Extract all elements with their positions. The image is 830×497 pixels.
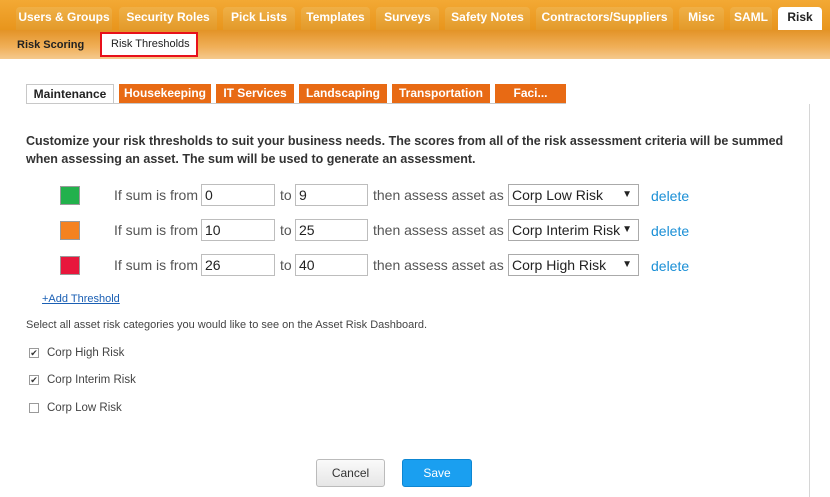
intro-text: Customize your risk thresholds to suit y… <box>26 134 784 166</box>
tab-templates[interactable]: Templates <box>301 7 370 30</box>
corp-high-risk-label: Corp High Risk <box>47 347 125 359</box>
subtab-risk-thresholds[interactable]: Risk Thresholds <box>100 32 198 57</box>
assess-label: then assess asset as <box>373 257 504 273</box>
tab-contractors-suppliers[interactable]: Contractors/Suppliers <box>536 7 673 30</box>
from-label: If sum is from <box>114 222 199 238</box>
threshold-1-from-input[interactable] <box>201 184 275 206</box>
to-label: to <box>280 222 292 238</box>
selected-value: Corp Low Risk <box>512 187 604 203</box>
threshold-2-category-select[interactable]: Corp Interim Risk ▼ <box>508 219 639 241</box>
threshold-3-delete-link[interactable]: delete <box>651 256 689 276</box>
dropdown-arrow-icon: ▼ <box>622 224 632 235</box>
tab-facilities[interactable]: Faci... <box>495 84 566 104</box>
tab-saml[interactable]: SAML <box>730 7 772 30</box>
tab-transportation[interactable]: Transportation <box>392 84 490 104</box>
threshold-3-to-input[interactable] <box>295 254 368 276</box>
tab-misc[interactable]: Misc <box>679 7 724 30</box>
from-label: If sum is from <box>114 257 199 273</box>
save-button[interactable]: Save <box>402 459 472 487</box>
tab-pick-lists[interactable]: Pick Lists <box>223 7 295 30</box>
low-risk-color-swatch[interactable] <box>60 186 80 205</box>
corp-interim-risk-checkbox[interactable]: ✔ <box>29 375 39 385</box>
tab-housekeeping[interactable]: Housekeeping <box>119 84 211 104</box>
assess-label: then assess asset as <box>373 187 504 203</box>
tab-security-roles[interactable]: Security Roles <box>119 7 217 30</box>
add-threshold-link[interactable]: +Add Threshold <box>42 293 120 305</box>
to-label: to <box>280 257 292 273</box>
threshold-2-from-input[interactable] <box>201 219 275 241</box>
threshold-3-category-select[interactable]: Corp High Risk ▼ <box>508 254 639 276</box>
tab-landscaping[interactable]: Landscaping <box>299 84 387 104</box>
dropdown-arrow-icon: ▼ <box>622 189 632 200</box>
threshold-2-delete-link[interactable]: delete <box>651 221 689 241</box>
tab-it-services[interactable]: IT Services <box>216 84 294 104</box>
corp-low-risk-checkbox[interactable] <box>29 403 39 413</box>
tab-risk[interactable]: Risk <box>778 7 822 30</box>
from-label: If sum is from <box>114 187 199 203</box>
threshold-1-category-select[interactable]: Corp Low Risk ▼ <box>508 184 639 206</box>
top-tab-bar: Users & Groups Security Roles Pick Lists… <box>0 0 830 30</box>
threshold-1-delete-link[interactable]: delete <box>651 186 689 206</box>
interim-risk-color-swatch[interactable] <box>60 221 80 240</box>
corp-high-risk-checkbox[interactable]: ✔ <box>29 348 39 358</box>
tab-safety-notes[interactable]: Safety Notes <box>445 7 530 30</box>
tab-surveys[interactable]: Surveys <box>376 7 439 30</box>
corp-interim-risk-label: Corp Interim Risk <box>47 374 136 386</box>
tab-divider <box>26 103 566 104</box>
threshold-1-to-input[interactable] <box>295 184 368 206</box>
selected-value: Corp High Risk <box>512 257 607 273</box>
tab-maintenance[interactable]: Maintenance <box>26 84 114 104</box>
threshold-2-to-input[interactable] <box>295 219 368 241</box>
corp-low-risk-label: Corp Low Risk <box>47 402 122 414</box>
assess-label: then assess asset as <box>373 222 504 238</box>
threshold-3-from-input[interactable] <box>201 254 275 276</box>
dropdown-arrow-icon: ▼ <box>622 259 632 270</box>
cancel-button[interactable]: Cancel <box>316 459 385 487</box>
subtab-risk-scoring[interactable]: Risk Scoring <box>17 37 84 53</box>
tab-users-groups[interactable]: Users & Groups <box>16 7 112 30</box>
high-risk-color-swatch[interactable] <box>60 256 80 275</box>
selected-value: Corp Interim Risk <box>512 222 621 238</box>
to-label: to <box>280 187 292 203</box>
dashboard-info-text: Select all asset risk categories you wou… <box>26 319 428 331</box>
